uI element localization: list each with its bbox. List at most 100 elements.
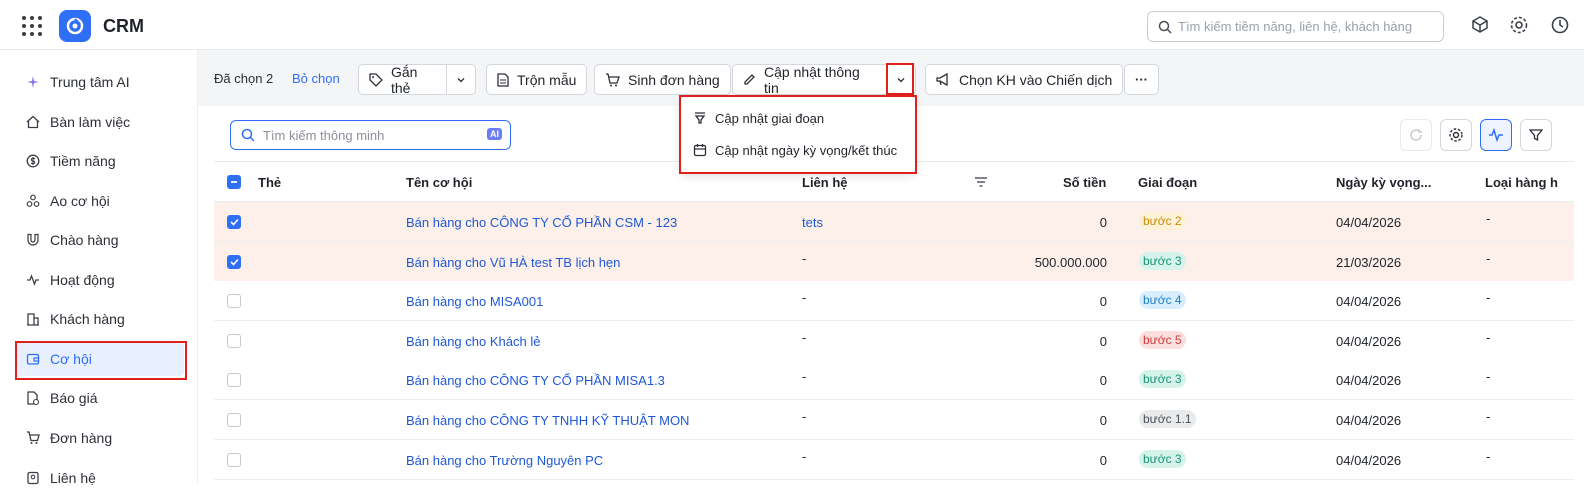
table-row[interactable]: Bán hàng cho CÔNG TY TNHH KỸ THUẬT MON - 0… — [214, 400, 1574, 440]
row-checkbox[interactable] — [227, 333, 241, 348]
sidebar-item-9[interactable]: Đơn hàng — [16, 421, 184, 455]
refresh-button[interactable] — [1400, 119, 1432, 151]
sidebar-item-label: Ao cơ hội — [50, 193, 110, 209]
sidebar-item-10[interactable]: Liên hệ — [16, 461, 184, 495]
row-checkbox[interactable] — [227, 373, 241, 388]
expected-date-cell: 04/04/2026 — [1336, 373, 1402, 389]
opportunity-name-link[interactable]: Bán hàng cho Trường Nguyên PC — [406, 453, 603, 468]
cart-icon — [26, 431, 40, 445]
stage-badge: bước 5 — [1139, 330, 1186, 349]
row-checkbox[interactable] — [227, 413, 241, 427]
opportunity-name-link[interactable]: Bán hàng cho Khách lẻ — [406, 334, 540, 349]
table-row[interactable]: Bán hàng cho Khách lẻ - 0 bước 5 04/04/2026 - — [214, 320, 1574, 361]
menu-item-update-expected-date[interactable]: Cập nhật ngày kỳ vọng/kết thúc — [693, 137, 897, 163]
ai-badge[interactable]: AI — [487, 128, 502, 140]
table-row[interactable]: Bán hàng cho Trường Nguyên PC - 0 bước 3 04/… — [214, 439, 1574, 480]
opportunity-name-link[interactable]: Bán hàng cho CÔNG TY TNHH KỸ THUẬT MON — [406, 413, 689, 428]
building-icon — [26, 312, 40, 326]
sidebar-item-5[interactable]: Hoạt động — [16, 263, 184, 297]
selected-count: Đã chọn 2 — [214, 71, 274, 86]
sidebar-item-8[interactable]: Báo giá — [16, 381, 184, 415]
pencil-icon — [744, 74, 755, 85]
smart-search-placeholder: Tìm kiếm thông minh — [263, 127, 385, 143]
funnel-stack-icon — [694, 112, 706, 124]
stage-badge: bước 3 — [1139, 449, 1186, 468]
stage-badge: bước 4 — [1139, 291, 1186, 310]
header-contact[interactable]: Liên hệ — [802, 175, 848, 190]
header-expected-date[interactable]: Ngày kỳ vọng... — [1336, 175, 1431, 190]
menu-item-update-stage[interactable]: Cập nhật giai đoạn — [693, 105, 824, 131]
expected-date-cell: 04/04/2026 — [1336, 215, 1402, 230]
amount-cell: 0 — [1099, 215, 1107, 230]
column-filter-icon[interactable] — [974, 176, 988, 188]
smart-search-input[interactable]: Tìm kiếm thông minh AI — [230, 120, 511, 150]
table-settings-button[interactable] — [1440, 119, 1472, 151]
row-checkbox[interactable] — [227, 452, 241, 467]
row-checkbox[interactable] — [227, 215, 241, 229]
sidebar-item-4[interactable]: Chào hàng — [16, 223, 184, 257]
update-info-dropdown-button[interactable] — [886, 64, 916, 95]
row-checkbox[interactable] — [227, 254, 241, 269]
amount-cell: 0 — [1099, 294, 1107, 310]
sidebar-item-7[interactable]: Cơ hội — [16, 342, 184, 376]
global-search-input[interactable]: Tìm kiếm tiềm năng, liên hệ, khách hàng — [1147, 11, 1444, 42]
table-row[interactable]: Bán hàng cho Vũ HÀ test TB lịch hẹn - 500.… — [214, 241, 1574, 282]
sidebar-item-label: Cơ hội — [50, 351, 92, 367]
table-row[interactable]: Bán hàng cho MISA001 - 0 bước 4 04/04/2026 - — [214, 281, 1574, 322]
update-info-button[interactable]: Cập nhật thông tin — [732, 63, 887, 96]
amount-cell: 0 — [1099, 333, 1107, 349]
header-stage[interactable]: Giai đoạn — [1138, 175, 1197, 190]
sidebar-item-label: Chào hàng — [50, 232, 119, 248]
row-checkbox[interactable] — [227, 294, 241, 309]
sidebar-item-2[interactable]: Tiềm năng — [16, 144, 184, 178]
product-type-cell: - — [1486, 250, 1491, 266]
amount-cell: 0 — [1099, 373, 1107, 389]
opportunity-name-link[interactable]: Bán hàng cho Vũ HÀ test TB lịch hẹn — [406, 255, 620, 270]
filter-button[interactable] — [1520, 119, 1552, 151]
contact-cell: - — [802, 250, 807, 266]
generate-order-button[interactable]: Sinh đơn hàng — [594, 64, 731, 95]
global-search-placeholder: Tìm kiếm tiềm năng, liên hệ, khách hàng — [1178, 19, 1413, 34]
more-actions-button[interactable]: ··· — [1124, 64, 1159, 95]
chevron-down-icon — [457, 77, 465, 82]
table-row[interactable]: Bán hàng cho CÔNG TY CỔ PHẦN MISA1.3 - 0 bư… — [214, 360, 1574, 401]
sidebar-item-0[interactable]: Trung tâm AI — [16, 65, 184, 99]
box-search-icon[interactable] — [1469, 14, 1491, 36]
expected-date-cell: 04/04/2026 — [1336, 294, 1402, 310]
contact-cell: - — [802, 409, 807, 424]
sidebar-item-6[interactable]: Khách hàng — [16, 302, 184, 336]
add-to-campaign-label: Chọn KH vào Chiến dịch — [959, 71, 1113, 88]
sidebar-item-3[interactable]: Ao cơ hội — [16, 184, 184, 218]
product-type-cell: - — [1486, 211, 1491, 226]
add-to-campaign-button[interactable]: Chọn KH vào Chiến dịch — [925, 64, 1124, 95]
header-tag[interactable]: Thẻ — [258, 175, 281, 190]
opportunity-name-link[interactable]: Bán hàng cho MISA001 — [406, 294, 543, 309]
search-icon — [241, 128, 255, 142]
update-info-dropdown-menu: Cập nhật giai đoạn Cập nhật ngày kỳ vọng… — [681, 97, 915, 172]
product-type-cell: - — [1486, 369, 1491, 385]
app-grid-icon[interactable] — [22, 16, 42, 36]
stage-badge: bước 3 — [1139, 370, 1186, 389]
contact-cell[interactable]: tets — [802, 215, 823, 230]
tag-button[interactable]: Gắn thẻ — [358, 64, 447, 96]
settings-gear-icon[interactable] — [1508, 14, 1530, 36]
tag-icon — [369, 72, 383, 87]
table-row[interactable]: Bán hàng cho CÔNG TY CỔ PHẦN CSM - 123 te… — [214, 202, 1574, 242]
update-info-label: Cập nhật thông tin — [764, 63, 860, 96]
clear-selection-link[interactable]: Bỏ chọn — [292, 71, 340, 86]
select-all-checkbox[interactable] — [227, 175, 241, 189]
contact-cell: - — [802, 369, 807, 385]
tag-dropdown-button[interactable] — [446, 64, 476, 95]
activity-view-button[interactable] — [1480, 119, 1512, 151]
amount-cell: 500.000.000 — [1034, 254, 1107, 270]
document-dollar-icon — [26, 391, 40, 405]
header-name[interactable]: Tên cơ hội — [406, 175, 472, 190]
header-product-type[interactable]: Loại hàng h — [1485, 175, 1558, 190]
opportunity-name-link[interactable]: Bán hàng cho CÔNG TY CỔ PHẦN CSM - 123 — [406, 215, 677, 230]
header-amount[interactable]: Số tiền — [1063, 175, 1106, 190]
opportunity-name-link[interactable]: Bán hàng cho CÔNG TY CỔ PHẦN MISA1.3 — [406, 373, 665, 388]
clock-icon[interactable] — [1549, 14, 1571, 36]
contact-cell: - — [802, 448, 807, 464]
sidebar-item-1[interactable]: Bàn làm việc — [16, 105, 184, 139]
merge-template-button[interactable]: Trộn mẫu — [486, 64, 588, 95]
